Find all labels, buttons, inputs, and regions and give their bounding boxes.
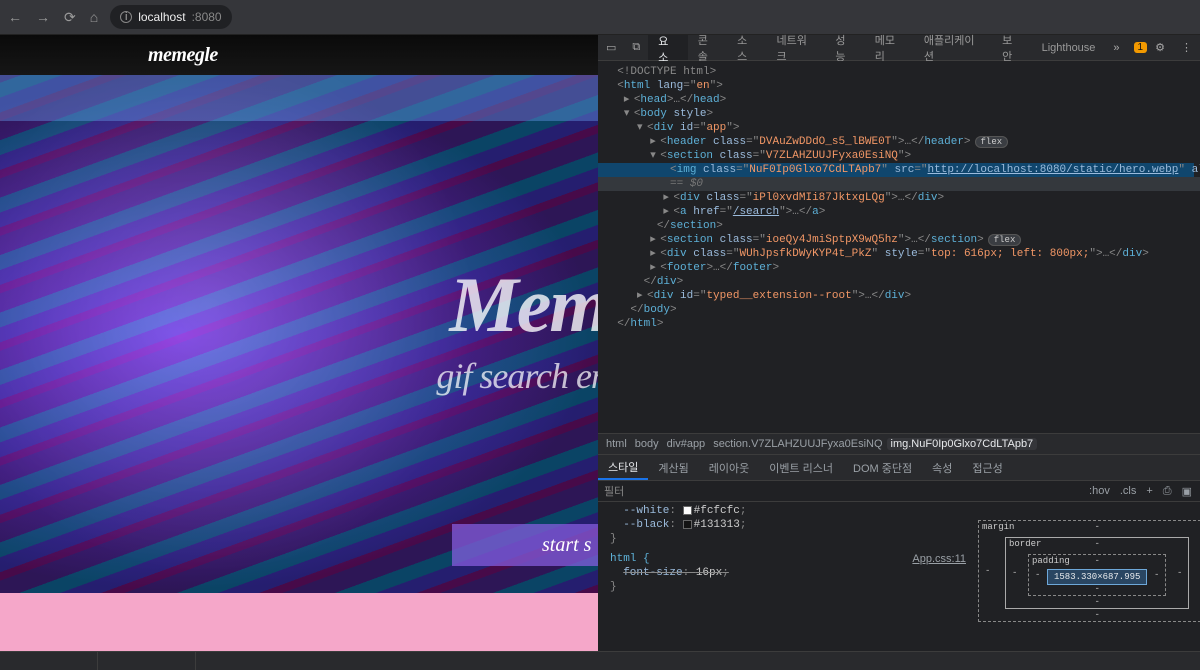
url-box[interactable]: i localhost :8080 [110,5,231,29]
crumb-img[interactable]: img.NuF0Ip0Glxo7CdLTApb7 [887,438,1038,450]
styles-subtabs: 스타일 계산됨 레이아웃 이벤트 리스너 DOM 중단점 속성 접근성 [598,455,1200,481]
warning-badge[interactable]: 1 [1134,42,1148,53]
footer-strip [0,593,598,651]
crumb-section[interactable]: section.V7ZLAHZUUJFyxa0EsiNQ [709,438,886,450]
url-host: localhost [138,10,185,24]
kebab-icon[interactable]: ⋮ [1173,41,1200,54]
reload-icon[interactable]: ⟳ [64,9,76,26]
tabs-overflow-icon[interactable]: » [1105,42,1127,54]
tab-performance[interactable]: 성능 [825,35,864,60]
crumb-body[interactable]: body [631,438,663,450]
box-model-content: 1583.330×687.995 [1047,569,1147,585]
toggle-pane-icon[interactable]: ▣ [1182,485,1192,498]
tab-console[interactable]: 콘솔 [688,35,727,60]
nav-icon-group: ← → ⟳ ⌂ [8,9,98,26]
tab-network[interactable]: 네트워크 [767,35,826,60]
tab-lighthouse[interactable]: Lighthouse [1032,35,1106,60]
crumb-app[interactable]: div#app [663,438,710,450]
browser-address-bar: ← → ⟳ ⌂ i localhost :8080 [0,0,1200,35]
start-button[interactable]: start s [452,524,598,566]
hov-toggle[interactable]: :hov [1089,485,1110,497]
cls-toggle[interactable]: .cls [1120,485,1137,497]
gear-icon[interactable]: ⚙ [1147,41,1173,54]
bottom-bar [0,651,1200,670]
subtab-props[interactable]: 속성 [922,455,962,480]
site-info-icon[interactable]: i [120,11,132,23]
css-rules[interactable]: --white: #fcfcfc; --black: #131313; } ht… [598,502,978,651]
page-header: memegle [0,35,598,75]
tab-elements[interactable]: 요소 [648,35,687,60]
page-logo[interactable]: memegle [148,44,218,67]
subtab-dombp[interactable]: DOM 중단점 [843,455,922,480]
selected-node[interactable]: <img class="NuF0Ip0Glxo7CdLTApb7" src="h… [598,163,1194,177]
styles-toolbar-row: 필터 :hov .cls + ⎙ ▣ [598,481,1200,502]
inspect-icon[interactable]: ▭ [598,41,624,54]
subtab-layout[interactable]: 레이아웃 [699,455,759,480]
color-swatch-icon[interactable] [683,506,692,515]
subtab-computed[interactable]: 계산됨 [648,455,698,480]
new-rule-icon[interactable]: + [1146,485,1152,497]
devtools-panel: ▭ ⧉ 요소 콘솔 소스 네트워크 성능 메모리 애플리케이션 보안 Light… [598,35,1200,651]
hero-subtitle: gif search en [436,355,598,397]
tab-application[interactable]: 애플리케이션 [914,35,992,60]
styles-toolbar: :hov .cls + ⎙ ▣ [1053,481,1200,501]
box-model: margin - - - - border - - - - padding [978,502,1200,651]
inspector-highlight [0,75,598,121]
devtools-tabbar: ▭ ⧉ 요소 콘솔 소스 네트워크 성능 메모리 애플리케이션 보안 Light… [598,35,1200,61]
page-viewport: memegle Mem gif search en start s [0,35,598,651]
subtab-listeners[interactable]: 이벤트 리스너 [759,455,843,480]
home-icon[interactable]: ⌂ [90,9,98,26]
styles-body: --white: #fcfcfc; --black: #131313; } ht… [598,502,1200,651]
subtab-styles[interactable]: 스타일 [598,455,648,480]
color-swatch-icon[interactable] [683,520,692,529]
subtab-a11y[interactable]: 접근성 [962,455,1012,480]
tab-memory[interactable]: 메모리 [865,35,914,60]
forward-icon[interactable]: → [36,9,50,26]
source-link[interactable]: App.css:11 [912,552,966,566]
elements-tree[interactable]: <!DOCTYPE html> <html lang="en"> ▸<head>… [598,61,1200,433]
breadcrumb: html body div#app section.V7ZLAHZUUJFyxa… [598,433,1200,455]
hero-section: Mem gif search en start s [0,75,598,593]
print-icon[interactable]: ⎙ [1163,485,1172,498]
tab-security[interactable]: 보안 [992,35,1031,60]
device-icon[interactable]: ⧉ [624,41,648,54]
back-icon[interactable]: ← [8,9,22,26]
tab-sources[interactable]: 소스 [727,35,766,60]
filter-input[interactable]: 필터 [598,481,1053,501]
url-port: :8080 [192,10,222,24]
crumb-html[interactable]: html [602,438,631,450]
hero-title: Mem [449,260,598,350]
